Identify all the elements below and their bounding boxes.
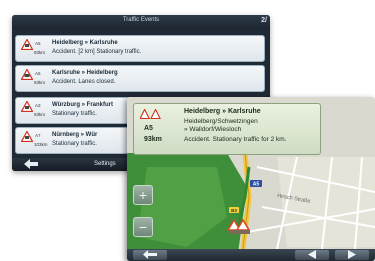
road-label: A5 xyxy=(35,41,41,46)
subroute-line-1: Heidelberg/Schwetzingen xyxy=(184,118,258,125)
event-description: Accident. [2 km] Stationary traffic. xyxy=(52,49,142,55)
distance-label: 93km xyxy=(34,80,46,85)
distance-label: 93km xyxy=(34,112,46,117)
route-label: Heidelberg » Karlsruhe xyxy=(184,108,261,115)
distance-label: 93km xyxy=(34,50,46,55)
road-label: A5 xyxy=(144,125,153,132)
traffic-event-popup[interactable]: A5 93km Heidelberg » Karlsruhe Heidelber… xyxy=(133,103,321,155)
event-description: Accident. Stationary traffic for 2 km. xyxy=(184,136,287,143)
road-label: A3 xyxy=(35,103,41,108)
event-description: Accident. Lanes closed. xyxy=(52,79,116,85)
zoom-out-button[interactable]: − xyxy=(133,217,153,237)
event-description: Stationary traffic. xyxy=(52,111,97,117)
previous-event-button[interactable] xyxy=(295,250,329,260)
map-footer-bar xyxy=(127,249,375,261)
page-title: Traffic Events xyxy=(122,17,160,23)
settings-button[interactable]: Settings xyxy=(94,161,116,167)
arrow-left-icon[interactable] xyxy=(24,159,38,171)
distance-label: 103km xyxy=(34,142,48,147)
warning-triangle-icon xyxy=(21,101,33,112)
route-label: Heidelberg » Karlsruhe xyxy=(52,40,118,46)
warning-triangle-icon xyxy=(21,69,33,80)
route-label: Nürnberg » Wür xyxy=(52,132,98,138)
chevron-left-icon xyxy=(308,250,316,259)
subroute-line-2: » Walldorf/Wiesloch xyxy=(184,126,242,133)
warning-triangle-icon xyxy=(21,131,33,142)
route-label: Würzburg » Frankfurt xyxy=(52,102,113,108)
map-screen: A5 B3 Hirsch Straße A5 93km Heidelberg »… xyxy=(127,97,375,261)
event-row[interactable]: A5 93km Karlsruhe » Heidelberg Accident.… xyxy=(15,65,265,92)
distance-label: 93km xyxy=(144,136,162,143)
back-button[interactable] xyxy=(133,250,167,260)
arrow-left-icon xyxy=(143,250,157,259)
warning-triangle-icon xyxy=(21,39,33,50)
zoom-in-button[interactable]: + xyxy=(133,185,153,205)
page-indicator: 2/ xyxy=(261,17,267,24)
road-shield-b3: B3 xyxy=(231,208,237,213)
road-label: A7 xyxy=(35,133,41,138)
route-label: Karlsruhe » Heidelberg xyxy=(52,70,118,76)
event-row[interactable]: A5 93km Heidelberg » Karlsruhe Accident.… xyxy=(15,35,265,62)
next-event-button[interactable] xyxy=(335,250,369,260)
chevron-right-icon xyxy=(348,250,356,259)
event-description: Stationary traffic. xyxy=(52,141,97,147)
road-shield-a5: A5 xyxy=(253,182,260,188)
warning-triangles-icon xyxy=(140,109,161,119)
road-label: A5 xyxy=(35,71,41,76)
